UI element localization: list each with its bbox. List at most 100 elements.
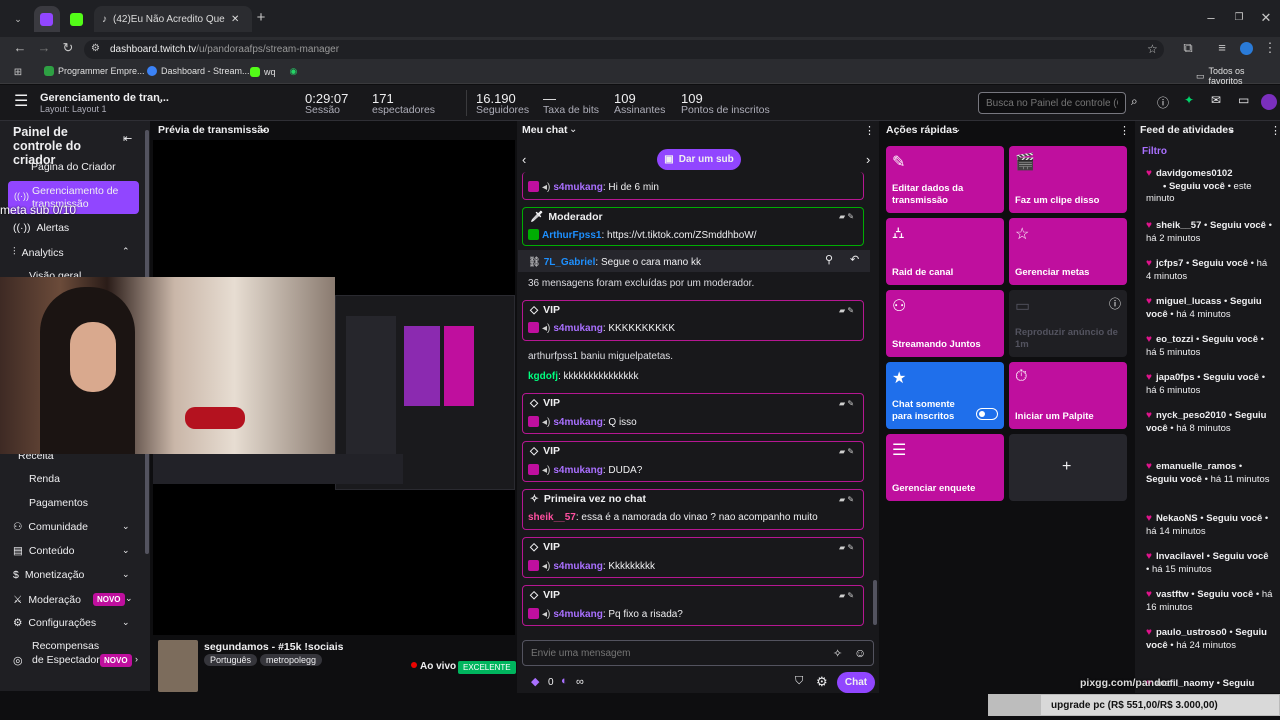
chat-message[interactable]: ◂) s4mukang: Q isso [528,416,637,428]
feed-item[interactable]: ♥ Invacilavel • Seguiu você • há 15 minut… [1146,551,1274,576]
reload-icon[interactable]: ↻ [60,41,76,55]
emote-icon[interactable]: ☺ [854,646,866,660]
feed-item[interactable]: ♥ paulo_ustroso0 • Seguiu você • há 24 mi… [1146,627,1274,652]
profile-avatar[interactable] [1240,42,1253,55]
apps-icon[interactable]: ⊞ [10,66,26,80]
tab-list-icon[interactable]: ⌄ [10,12,26,26]
inbox-icon[interactable]: ✉ [1211,93,1221,107]
raid-channel-action[interactable]: ⛼ Raid de canal [886,218,1004,285]
page-title[interactable]: Gerenciamento de tran... [40,92,169,104]
dashboard-search-input[interactable] [978,92,1126,114]
edit-stream-info-action[interactable]: ✎ Editar dados da transmissão [886,146,1004,213]
feed-item[interactable]: ♥ miguel_lucass • Seguiu você • há 4 minu… [1146,296,1274,321]
chevron-down-icon[interactable]: ⌄ [156,95,164,106]
stream-together-action[interactable]: ⚇ Streamando Juntos [886,290,1004,357]
bookmark-1[interactable]: Programmer Empre... [44,66,145,76]
chat-scrollbar[interactable] [873,580,877,625]
feed-filter-button[interactable]: Filtro [1142,146,1167,157]
bits-icon[interactable]: ◆ [531,675,539,688]
chat-message[interactable]: ◂) s4mukang: KKKKKKKKKK [528,322,675,334]
sparkle-icon[interactable]: ✧ [833,647,842,660]
chat-message[interactable]: ◂) s4mukang: Hi de 6 min [528,181,659,193]
sidebar-item-creator-page[interactable]: Página do Criador [16,161,116,173]
chat-settings-icon[interactable]: ⚙ [816,674,828,690]
message-actions-icon[interactable]: ▰ ✎ [839,212,854,221]
sidebar-item-payments[interactable]: Pagamentos [29,497,88,509]
feed-item[interactable]: ♥ japa0fps • Seguiu você • há 6 minutos [1146,372,1274,397]
pin-icon[interactable]: ⚲ [825,253,833,266]
feed-item[interactable]: ♥ davidgomes0102 • Seguiu você • este minu… [1146,168,1274,206]
quick-actions-header[interactable]: Ações rápidas [886,124,958,136]
close-tab-icon[interactable]: ✕ [231,14,239,25]
media-icon[interactable]: ≡ [1214,41,1230,55]
whatsapp-icon[interactable]: ◉ [290,66,298,77]
bookmark-star-icon[interactable]: ☆ [1147,42,1158,56]
manage-goals-action[interactable]: ☆ Gerenciar metas [1009,218,1127,285]
channel-points-icon[interactable]: ◐ [561,675,568,687]
extensions-icon[interactable]: ⧉ [1180,41,1196,55]
feed-item[interactable]: ♥ NekaoNS • Seguiu você • há 14 minutos [1146,513,1274,538]
feed-item[interactable]: ♥ nyck_peso2010 • Seguiu você • há 8 minu… [1146,410,1274,435]
chat-message[interactable]: ◂) s4mukang: Pq fixo a risada? [528,608,683,620]
message-actions-icon[interactable]: ▰ ✎ [839,399,854,408]
chevron-down-icon[interactable]: ⌄ [122,521,130,532]
reply-icon[interactable]: ↶ [850,253,859,266]
feed-item[interactable]: ♥ emanuelle_ramos • Seguiu você • há 11 m… [1146,461,1274,486]
sidebar-item-viewer-rewards[interactable]: ◎ Recompensas de Espectador NOVO › [13,640,143,680]
start-prediction-action[interactable]: ⏱ Iniciar um Palpite [1009,362,1127,429]
browser-menu-icon[interactable]: ⋮ [1262,41,1278,55]
bits-icon[interactable]: ✦ [1184,93,1194,107]
sidebar-item-content[interactable]: ▤ Conteúdo [13,545,74,557]
info-icon[interactable]: ⓘ [1109,295,1121,312]
message-actions-icon[interactable]: ▰ ✎ [839,306,854,315]
feed-item[interactable]: ♥ vastftw • Seguiu você • há 16 minutos [1146,589,1274,614]
message-actions-icon[interactable]: ▰ ✎ [839,495,854,504]
panel-options-icon[interactable]: ⋮ [1119,124,1130,137]
feed-item[interactable]: ♥ sheik__57 • Seguiu você • há 2 minutos [1146,220,1274,245]
feed-item[interactable]: ♥ eo_tozzi • Seguiu você • há 5 minutos [1146,334,1274,359]
chat-message[interactable]: kgdofj: kkkkkkkkkkkkkkk [528,371,639,382]
panel-options-icon[interactable]: ⋮ [1270,124,1280,137]
bookmark-2[interactable]: Dashboard - Stream... [147,66,250,76]
chevron-down-icon[interactable]: ⌄ [953,124,961,135]
back-icon[interactable]: ← [12,41,28,55]
message-actions-icon[interactable]: ▰ ✎ [839,447,854,456]
twitch-pinned-tab[interactable] [34,6,60,32]
message-actions-icon[interactable]: ▰ ✎ [839,591,854,600]
chevron-down-icon[interactable]: ⌄ [125,593,133,604]
chat-bubble-icon[interactable]: ▭ [1238,93,1249,107]
user-avatar[interactable] [1261,94,1277,110]
chat-message[interactable]: ◂) s4mukang: DUDA? [528,464,642,476]
restore-icon[interactable]: ❐ [1231,11,1247,25]
sidebar-item-settings[interactable]: ⚙ Configurações [13,617,96,629]
browser-tab-active[interactable]: ♪ (42)Eu Não Acredito Que Ela M ✕ [94,6,252,32]
subscribers-only-chat-action[interactable]: ★ Chat somente para inscritos [886,362,1004,429]
search-icon[interactable]: ⌕ [1131,94,1138,109]
chat-options-icon[interactable]: ⋮ [864,124,875,137]
forward-icon[interactable]: → [36,41,52,55]
sidebar-item-community[interactable]: ⚇ Comunidade [13,521,88,533]
chat-message[interactable]: sheik__57: essa é a namorada do vinao ? … [528,512,818,523]
sidebar-item-analytics[interactable]: ⫶ Analytics [13,246,64,259]
all-favorites[interactable]: ▭ Todos os favoritos [1196,66,1280,86]
create-clip-action[interactable]: 🎬 Faz um clipe disso [1009,146,1127,213]
site-info-icon[interactable]: ⚙ [91,43,100,54]
chevron-down-icon[interactable]: ⌄ [1227,124,1235,135]
chat-header[interactable]: Meu chat [522,124,568,136]
chevron-down-icon[interactable]: ⌄ [260,124,268,135]
sidebar-item-income[interactable]: Renda [29,473,60,485]
sub-only-toggle[interactable] [976,408,998,420]
sidebar-item-monetization[interactable]: $ Monetização [13,569,84,581]
chat-message[interactable]: ⛓ 7L_Gabriel: Segue o cara mano kk [528,257,701,268]
feed-item[interactable]: ♥ jcfps7 • Seguiu você • há 4 minutos [1146,258,1274,283]
chevron-down-icon[interactable]: ⌄ [122,545,130,556]
chevron-down-icon[interactable]: ⌄ [122,617,130,628]
chat-send-button[interactable]: Chat [837,672,875,693]
url-field[interactable]: ⚙ dashboard.twitch.tv/u/pandoraafps/stre… [84,40,1164,59]
sidebar-item-alerts[interactable]: ((·)) Alertas [13,222,69,234]
chevron-right-icon[interactable]: › [866,152,870,167]
activity-feed-header[interactable]: Feed de atividades [1140,124,1234,136]
chat-message[interactable]: ◂) s4mukang: Kkkkkkkkk [528,560,655,572]
add-quick-action-button[interactable]: + [1009,434,1127,501]
chevron-left-icon[interactable]: ‹ [522,152,526,167]
